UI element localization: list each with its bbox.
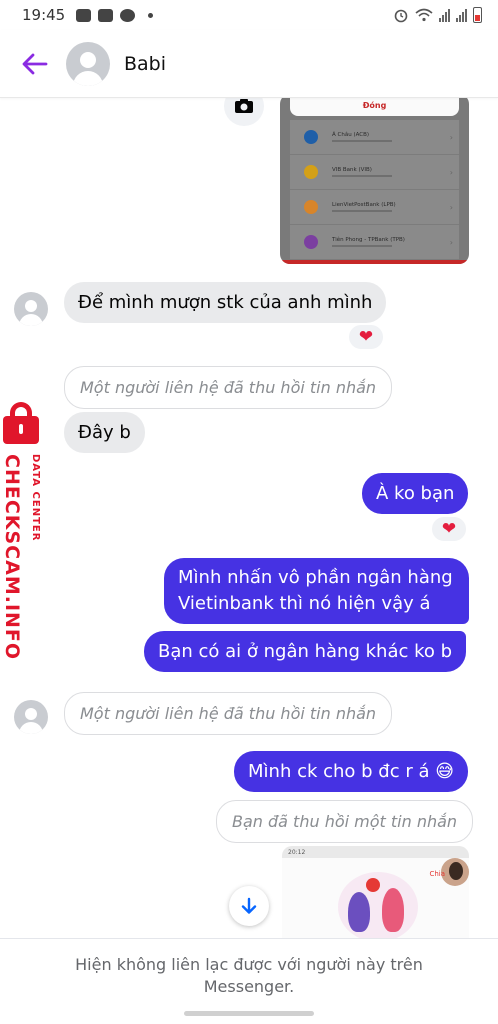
people-illustration-icon [338, 872, 418, 938]
scroll-to-bottom-button[interactable] [229, 886, 269, 926]
unsent-message-notice: Một người liên hệ đã thu hồi tin nhắn [64, 366, 393, 409]
bank-name: Tiên Phong - TPBank (TPB) [332, 237, 405, 243]
bank-row: Tiên Phong - TPBank (TPB) › [290, 225, 459, 260]
back-arrow-icon [22, 53, 48, 74]
camera-icon [235, 99, 253, 113]
notification-dot-icon [148, 12, 154, 18]
status-bar: 19:45 [0, 0, 498, 30]
watermark-sub: DATA CENTER [30, 454, 41, 542]
contact-name[interactable]: Babi [124, 53, 166, 75]
chevron-right-icon: › [449, 202, 453, 212]
chevron-right-icon: › [449, 132, 453, 142]
bank-name: LienVietPostBank (LPB) [332, 202, 396, 208]
mini-status-time: 20:12 [288, 848, 306, 856]
heart-reaction-icon[interactable]: ❤ [347, 323, 385, 351]
shared-image-bank-list[interactable]: Đóng Á Châu (ACB) › VIB Bank (VIB) › Lie… [280, 98, 469, 264]
unsent-message-notice: Một người liên hệ đã thu hồi tin nhắn [64, 692, 393, 735]
incoming-message[interactable]: Để mình mượn stk của anh mình [64, 282, 387, 323]
chevron-right-icon: › [449, 237, 453, 247]
arrow-down-icon [241, 897, 257, 914]
message-line: Mình nhấn vô phần ngân hàng [178, 567, 453, 588]
outgoing-message[interactable]: Mình ck cho b đc r á 😅 [234, 751, 468, 792]
contact-avatar[interactable] [66, 41, 110, 86]
own-unsent-message-notice: Bạn đã thu hồi một tin nhắn [216, 800, 474, 843]
bank-name: VIB Bank (VIB) [332, 167, 372, 173]
message-line: Vietinbank thì nó hiện vậy á [178, 593, 431, 614]
bank-logo-icon [304, 165, 318, 179]
bank-list: Á Châu (ACB) › VIB Bank (VIB) › LienViet… [290, 120, 459, 260]
battery-icon [473, 7, 482, 23]
app-icon [120, 8, 136, 22]
instagram-icon [98, 8, 114, 22]
contact-avatar-small[interactable] [14, 292, 48, 326]
image-bottom-bar [280, 260, 469, 264]
chevron-right-icon: › [449, 167, 453, 177]
checkscam-watermark: CHECKSCAM.INFO DATA CENTER [0, 402, 60, 660]
bank-logo-icon [304, 130, 318, 144]
signal-icon [456, 8, 467, 22]
lock-icon [3, 402, 39, 446]
shared-image-screenshot[interactable]: 20:12 Chia [282, 846, 469, 938]
bank-row: Á Châu (ACB) › [290, 120, 459, 155]
conversation-header: Babi [0, 30, 498, 98]
contact-avatar-small[interactable] [14, 700, 48, 734]
bank-logo-icon [304, 200, 318, 214]
unavailable-notice-text: Hiện không liên lạc được với người này t… [75, 955, 423, 996]
wifi-icon [415, 8, 433, 22]
alarm-icon [394, 9, 408, 23]
camera-button[interactable] [224, 98, 264, 126]
outgoing-message[interactable]: Bạn có ai ở ngân hàng khác ko b [144, 631, 467, 672]
bank-name: Á Châu (ACB) [332, 132, 370, 138]
home-indicator [184, 1011, 314, 1016]
bank-row: LienVietPostBank (LPB) › [290, 190, 459, 225]
message-list[interactable]: Đóng Á Châu (ACB) › VIB Bank (VIB) › Lie… [0, 98, 498, 938]
outgoing-message[interactable]: À ko bạn [362, 473, 469, 514]
signal-icon [439, 8, 450, 22]
status-time: 19:45 [22, 6, 66, 24]
close-sheet-label: Đóng [290, 98, 459, 116]
incoming-message[interactable]: Đây b [64, 412, 145, 453]
watermark-brand: CHECKSCAM.INFO [1, 454, 23, 661]
unavailable-notice-bar: Hiện không liên lạc được với người này t… [0, 938, 498, 1024]
back-button[interactable] [20, 49, 50, 79]
outgoing-message[interactable]: Mình nhấn vô phần ngân hàng Vietinbank t… [164, 558, 469, 624]
mini-status-bar: 20:12 [282, 846, 469, 858]
youtube-icon [76, 8, 92, 22]
bank-row: VIB Bank (VIB) › [290, 155, 459, 190]
bank-logo-icon [304, 235, 318, 249]
heart-reaction-icon[interactable]: ❤ [430, 515, 468, 543]
mini-profile-avatar [441, 858, 469, 886]
chia-label: Chia [429, 870, 445, 878]
